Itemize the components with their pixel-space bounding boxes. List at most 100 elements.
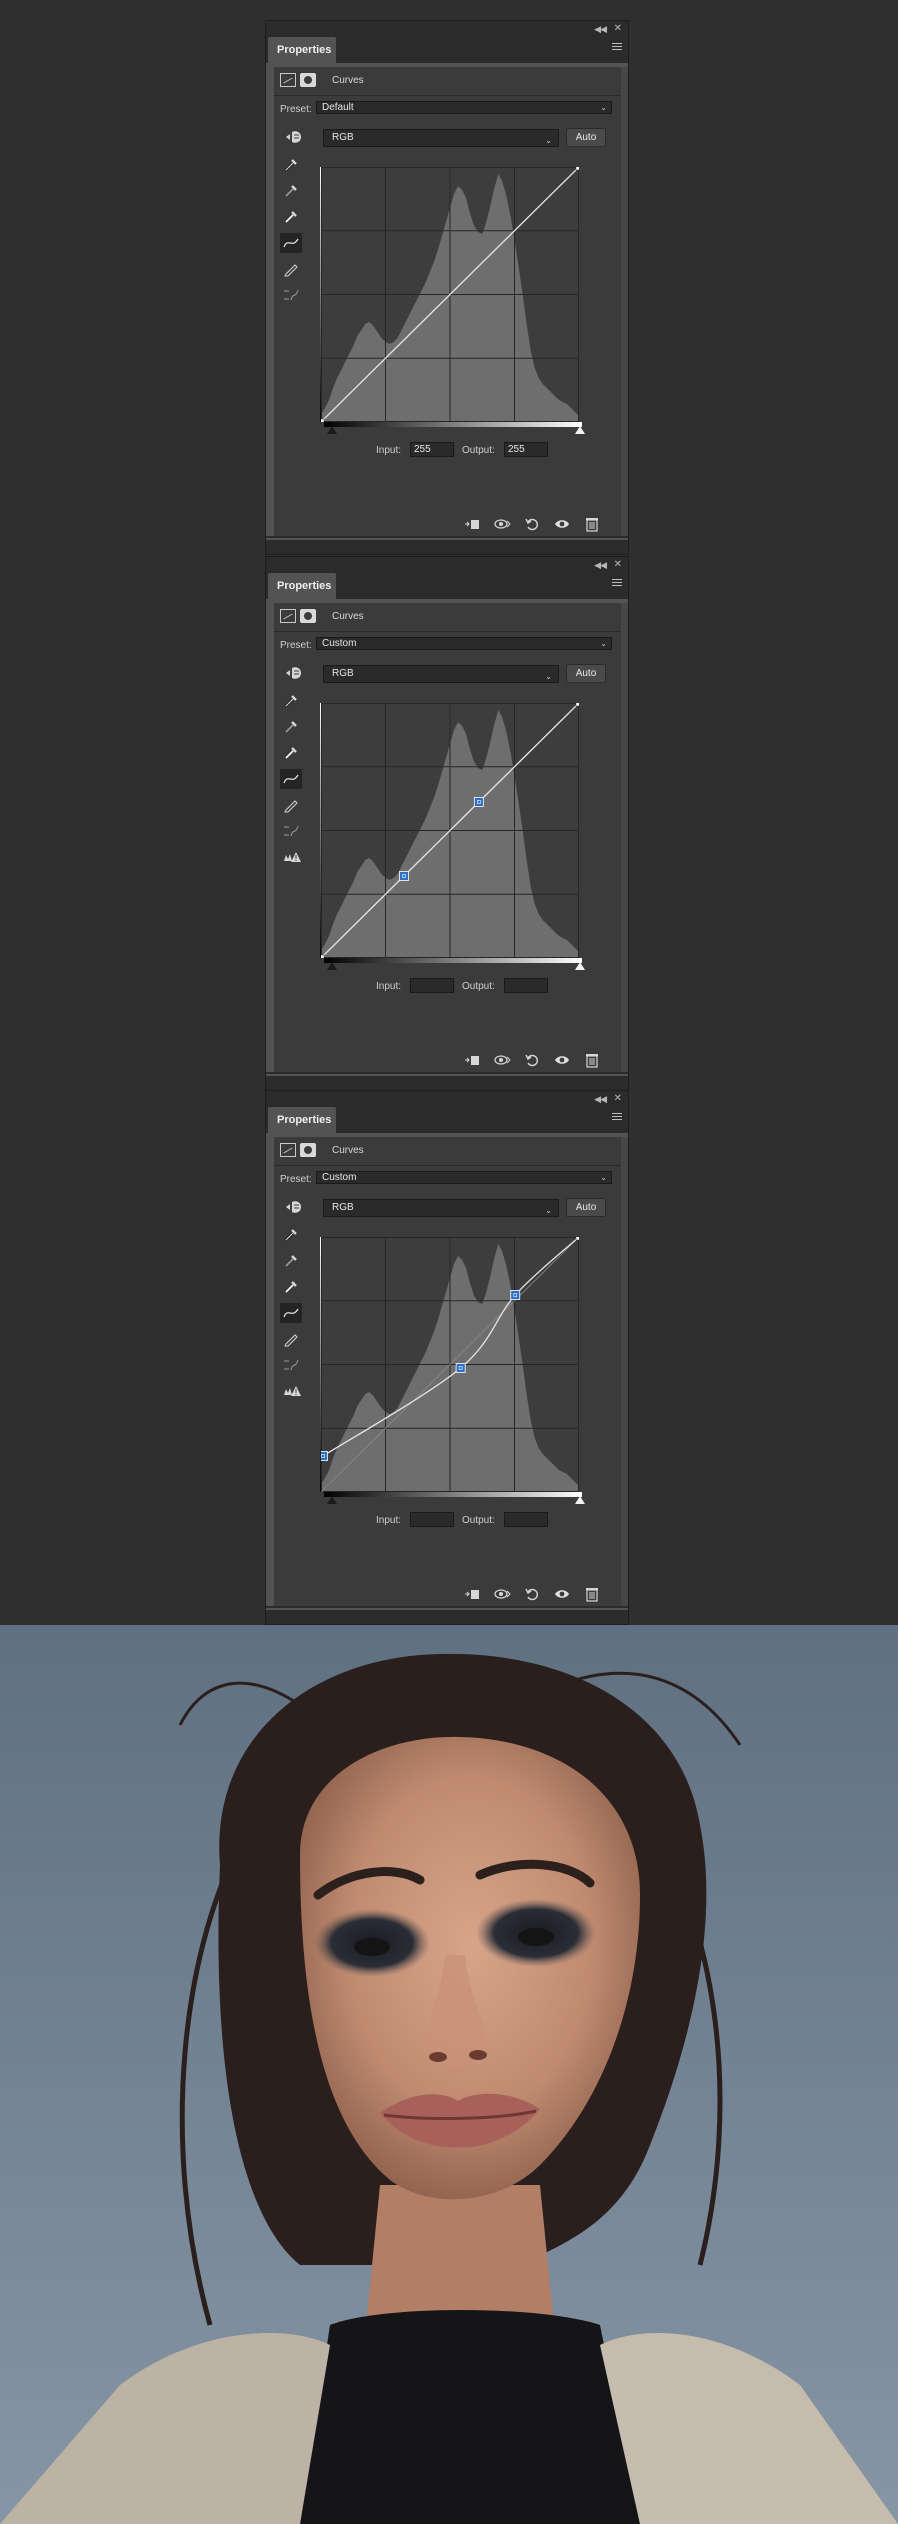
scrollbar[interactable]	[621, 603, 628, 1074]
portrait-photo	[0, 1625, 898, 2524]
channel-select[interactable]: RGB ⌄	[323, 129, 559, 147]
curves-adjustment-icon[interactable]	[280, 609, 296, 623]
auto-button[interactable]: Auto	[566, 664, 606, 683]
properties-panel-2: ◀◀ ✕ Properties Curves Preset: Custom ⌄ …	[265, 556, 629, 1091]
panel-menu-icon[interactable]	[612, 1113, 622, 1122]
black-point-eyedropper-icon[interactable]	[280, 1225, 302, 1245]
targeted-adjustment-hand-icon[interactable]	[284, 665, 304, 681]
clip-to-layer-icon[interactable]	[460, 514, 484, 534]
preset-select[interactable]: Custom ⌄	[316, 637, 612, 650]
collapse-icon[interactable]: ◀◀	[594, 24, 607, 35]
view-previous-state-icon[interactable]	[490, 514, 514, 534]
view-previous-state-icon[interactable]	[490, 1050, 514, 1070]
clipping-warning-icon[interactable]	[280, 1381, 302, 1401]
channel-value: RGB	[332, 1202, 354, 1213]
reset-icon[interactable]	[520, 1050, 544, 1070]
close-icon[interactable]: ✕	[614, 559, 622, 570]
layer-mask-icon[interactable]	[300, 609, 316, 623]
preset-select[interactable]: Custom ⌄	[316, 1171, 612, 1184]
auto-button[interactable]: Auto	[566, 128, 606, 147]
pencil-draw-icon[interactable]	[280, 1329, 302, 1349]
preset-label: Preset:	[280, 640, 312, 651]
white-point-eyedropper-icon[interactable]	[280, 743, 302, 763]
panel-menu-icon[interactable]	[612, 43, 622, 52]
panel-menu-icon[interactable]	[612, 579, 622, 588]
gray-point-eyedropper-icon[interactable]	[280, 717, 302, 737]
scrollbar[interactable]	[621, 67, 628, 538]
panel-bottom-bar	[266, 507, 630, 537]
preset-select[interactable]: Default ⌄	[316, 101, 612, 114]
channel-select[interactable]: RGB ⌄	[323, 665, 559, 683]
preset-value: Custom	[322, 1172, 357, 1183]
black-point-eyedropper-icon[interactable]	[280, 155, 302, 175]
toggle-visibility-eye-icon[interactable]	[550, 1584, 574, 1604]
delete-trash-icon[interactable]	[580, 1050, 604, 1070]
input-field[interactable]	[410, 978, 454, 993]
black-point-slider[interactable]	[327, 426, 337, 434]
delete-trash-icon[interactable]	[580, 514, 604, 534]
curve-control-point	[455, 1363, 466, 1373]
adjustment-title: Curves	[332, 611, 364, 622]
input-output-row: Input: Output:	[274, 977, 621, 995]
clip-to-layer-icon[interactable]	[460, 1584, 484, 1604]
tab-properties[interactable]: Properties	[268, 1107, 336, 1133]
reset-icon[interactable]	[520, 1584, 544, 1604]
panel-tabbar: Properties	[266, 573, 628, 599]
gray-point-eyedropper-icon[interactable]	[280, 181, 302, 201]
tab-properties[interactable]: Properties	[268, 573, 336, 599]
pencil-draw-icon[interactable]	[280, 259, 302, 279]
black-point-slider[interactable]	[327, 962, 337, 970]
targeted-adjustment-hand-icon[interactable]	[284, 129, 304, 145]
edit-points-curve-icon[interactable]	[280, 769, 302, 789]
close-icon[interactable]: ✕	[614, 1093, 622, 1104]
toggle-visibility-eye-icon[interactable]	[550, 1050, 574, 1070]
layer-mask-icon[interactable]	[300, 1143, 316, 1157]
edit-points-curve-icon[interactable]	[280, 1303, 302, 1323]
black-point-slider[interactable]	[327, 1496, 337, 1504]
channel-select[interactable]: RGB ⌄	[323, 1199, 559, 1217]
edit-points-curve-icon[interactable]	[280, 233, 302, 253]
collapse-icon[interactable]: ◀◀	[594, 1094, 607, 1105]
view-previous-state-icon[interactable]	[490, 1584, 514, 1604]
output-field[interactable]	[504, 1512, 548, 1527]
toggle-visibility-eye-icon[interactable]	[550, 514, 574, 534]
black-point-eyedropper-icon[interactable]	[280, 691, 302, 711]
collapse-icon[interactable]: ◀◀	[594, 560, 607, 571]
chevron-down-icon: ⌄	[545, 136, 552, 145]
gray-point-eyedropper-icon[interactable]	[280, 1251, 302, 1271]
curves-adjustment-icon[interactable]	[280, 73, 296, 87]
white-point-eyedropper-icon[interactable]	[280, 207, 302, 227]
input-field[interactable]: 255	[410, 442, 454, 457]
curves-graph[interactable]	[321, 167, 579, 422]
output-field[interactable]	[504, 978, 548, 993]
white-point-eyedropper-icon[interactable]	[280, 1277, 302, 1297]
close-icon[interactable]: ✕	[614, 23, 622, 34]
clip-to-layer-icon[interactable]	[460, 1050, 484, 1070]
white-point-slider[interactable]	[575, 962, 585, 970]
smooth-curve-icon[interactable]	[280, 1355, 302, 1375]
scrollbar[interactable]	[621, 1137, 628, 1608]
curves-graph[interactable]	[321, 1237, 579, 1492]
smooth-curve-icon[interactable]	[280, 285, 302, 305]
reset-icon[interactable]	[520, 514, 544, 534]
white-point-slider[interactable]	[575, 1496, 585, 1504]
layer-mask-icon[interactable]	[300, 73, 316, 87]
curve-endpoint	[575, 703, 579, 707]
pencil-draw-icon[interactable]	[280, 795, 302, 815]
panel-content: Curves Preset: Default ⌄ RGB ⌄ Auto Inpu…	[274, 67, 621, 538]
panel-bottom-bar	[266, 1043, 630, 1073]
curves-adjustment-icon[interactable]	[280, 1143, 296, 1157]
white-point-slider[interactable]	[575, 426, 585, 434]
input-field[interactable]	[410, 1512, 454, 1527]
delete-trash-icon[interactable]	[580, 1584, 604, 1604]
input-gradient-bar	[324, 422, 582, 427]
smooth-curve-icon[interactable]	[280, 821, 302, 841]
output-label: Output:	[462, 445, 495, 456]
properties-panel-1: ◀◀ ✕ Properties Curves Preset: Default ⌄…	[265, 20, 629, 555]
auto-button[interactable]: Auto	[566, 1198, 606, 1217]
targeted-adjustment-hand-icon[interactable]	[284, 1199, 304, 1215]
output-field[interactable]: 255	[504, 442, 548, 457]
curves-graph[interactable]	[321, 703, 579, 958]
clipping-warning-icon[interactable]	[280, 847, 302, 867]
tab-properties[interactable]: Properties	[268, 37, 336, 63]
